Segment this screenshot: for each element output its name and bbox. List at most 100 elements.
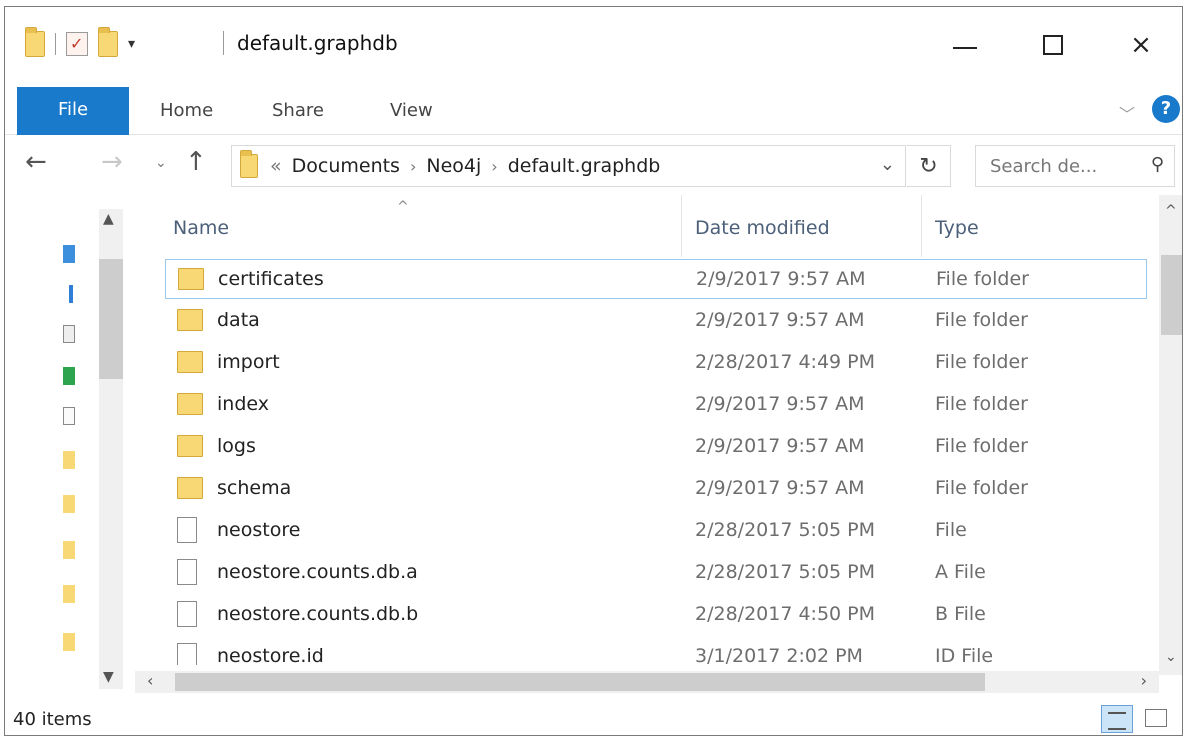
horizontal-scrollbar[interactable]: ‹ › <box>135 671 1159 693</box>
table-row[interactable]: schema 2/9/2017 9:57 AM File folder <box>165 469 1147 509</box>
recent-locations-chevron-icon[interactable]: ⌄ <box>155 155 167 171</box>
column-header-name[interactable]: Name <box>173 217 229 239</box>
file-list: ^ Name Date modified Type certificates 2… <box>135 195 1182 697</box>
search-icon[interactable]: ⚲ <box>1151 154 1164 175</box>
file-date: 2/9/2017 9:57 AM <box>695 393 865 415</box>
file-date: 2/28/2017 5:05 PM <box>695 519 876 541</box>
navigation-pane: ▲ ▼ <box>5 195 130 697</box>
navigation-pane-scrollbar[interactable]: ▲ ▼ <box>99 209 123 689</box>
tab-share[interactable]: Share <box>272 93 324 129</box>
search-input[interactable]: Search de... ⚲ <box>975 145 1175 187</box>
folder-icon <box>25 27 45 57</box>
file-name[interactable]: data <box>217 309 260 331</box>
documents-icon[interactable] <box>63 325 75 343</box>
file-name[interactable]: neostore.id <box>217 645 324 665</box>
table-row[interactable]: neostore.counts.db.b 2/28/2017 4:50 PM B… <box>165 595 1147 635</box>
file-icon <box>177 517 197 543</box>
address-dropdown-icon[interactable]: ⌄ <box>880 154 895 175</box>
breadcrumb-chevron-icon[interactable]: › <box>491 157 497 176</box>
scroll-up-icon[interactable]: ^ <box>1165 203 1177 219</box>
scroll-down-icon[interactable]: ▼ <box>103 669 114 685</box>
close-button[interactable]: × <box>1111 25 1171 65</box>
column-header-date-modified[interactable]: Date modified <box>695 217 830 239</box>
file-name[interactable]: neostore <box>217 519 300 541</box>
table-row[interactable]: data 2/9/2017 9:57 AM File folder <box>165 301 1147 341</box>
title-bar: ▾ default.graphdb × <box>5 7 1182 87</box>
large-icons-view-icon[interactable] <box>1145 709 1167 727</box>
minimize-button[interactable] <box>935 25 995 65</box>
table-row[interactable]: neostore 2/28/2017 5:05 PM File <box>165 511 1147 551</box>
tab-home[interactable]: Home <box>160 93 213 129</box>
item-count: 40 items <box>13 709 92 730</box>
scroll-thumb[interactable] <box>175 673 985 691</box>
scroll-thumb[interactable] <box>99 259 123 379</box>
explorer-window: ▾ default.graphdb × File Home Share View… <box>4 6 1183 736</box>
breadcrumb-documents[interactable]: Documents <box>292 155 400 177</box>
properties-icon[interactable] <box>66 32 88 56</box>
vertical-scrollbar[interactable]: ^ ⌄ <box>1159 195 1182 675</box>
file-date: 2/9/2017 9:57 AM <box>695 477 865 499</box>
table-row[interactable]: import 2/28/2017 4:49 PM File folder <box>165 343 1147 383</box>
forward-arrow-icon[interactable]: → <box>101 147 123 177</box>
customize-toolbar-dropdown-icon[interactable]: ▾ <box>128 36 135 52</box>
file-name[interactable]: neostore.counts.db.a <box>217 561 418 583</box>
tab-view[interactable]: View <box>390 93 433 129</box>
breadcrumb-chevron-icon[interactable]: › <box>410 157 416 176</box>
file-date: 2/9/2017 9:57 AM <box>695 309 865 331</box>
sort-ascending-icon: ^ <box>397 199 409 215</box>
file-type: File folder <box>935 477 1028 499</box>
address-bar[interactable]: « Documents › Neo4j › default.graphdb ⌄ <box>231 145 906 187</box>
file-type: File folder <box>935 393 1028 415</box>
refresh-button[interactable]: ↻ <box>907 145 951 187</box>
downloads-icon[interactable] <box>69 285 73 303</box>
file-name[interactable]: logs <box>217 435 256 457</box>
tab-file[interactable]: File <box>17 87 129 135</box>
help-icon[interactable]: ? <box>1152 95 1180 123</box>
column-header-type[interactable]: Type <box>935 217 979 239</box>
details-view-icon[interactable] <box>1101 705 1133 733</box>
scroll-down-icon[interactable]: ⌄ <box>1165 649 1177 665</box>
breadcrumb-default-graphdb[interactable]: default.graphdb <box>508 155 661 177</box>
scroll-left-icon[interactable]: ‹ <box>147 671 153 690</box>
file-name[interactable]: index <box>217 393 269 415</box>
back-arrow-icon[interactable]: ← <box>25 147 47 177</box>
column-divider[interactable] <box>921 195 922 257</box>
file-icon <box>177 601 197 627</box>
document-icon[interactable] <box>63 407 75 425</box>
table-row[interactable]: index 2/9/2017 9:57 AM File folder <box>165 385 1147 425</box>
file-date: 2/9/2017 9:57 AM <box>695 435 865 457</box>
google-drive-icon[interactable] <box>63 367 75 385</box>
scroll-up-icon[interactable]: ▲ <box>103 211 114 227</box>
file-date: 3/1/2017 2:02 PM <box>695 645 863 665</box>
folder-icon[interactable] <box>63 495 75 513</box>
expand-ribbon-icon[interactable]: ﹀ <box>1119 101 1135 125</box>
table-row[interactable]: certificates 2/9/2017 9:57 AM File folde… <box>165 259 1147 299</box>
folder-icon[interactable] <box>63 585 75 603</box>
table-row[interactable]: neostore.id 3/1/2017 2:02 PM ID File <box>165 637 1147 665</box>
table-row[interactable]: neostore.counts.db.a 2/28/2017 5:05 PM A… <box>165 553 1147 593</box>
scroll-right-icon[interactable]: › <box>1141 671 1147 690</box>
up-arrow-icon[interactable]: ↑ <box>185 147 207 177</box>
column-divider[interactable] <box>681 195 682 257</box>
quick-access-toolbar: ▾ <box>25 27 135 57</box>
minimize-icon <box>953 47 977 49</box>
desktop-icon[interactable] <box>63 245 75 263</box>
folder-icon[interactable] <box>63 633 75 651</box>
breadcrumb-overflow[interactable]: « <box>270 155 282 177</box>
file-name[interactable]: import <box>217 351 280 373</box>
file-name[interactable]: neostore.counts.db.b <box>217 603 418 625</box>
maximize-button[interactable] <box>1023 25 1083 65</box>
file-name[interactable]: certificates <box>218 268 324 290</box>
scroll-thumb[interactable] <box>1161 255 1182 335</box>
file-date: 2/28/2017 5:05 PM <box>695 561 876 583</box>
navigation-bar: ← → ⌄ ↑ « Documents › Neo4j › default.gr… <box>5 135 1182 195</box>
table-row[interactable]: logs 2/9/2017 9:57 AM File folder <box>165 427 1147 467</box>
folder-icon[interactable] <box>63 541 75 559</box>
breadcrumb-neo4j[interactable]: Neo4j <box>426 155 481 177</box>
refresh-icon: ↻ <box>919 153 938 179</box>
folder-icon[interactable] <box>63 451 75 469</box>
file-type: File folder <box>935 351 1028 373</box>
folder-icon <box>177 435 203 457</box>
new-folder-icon[interactable] <box>98 27 118 57</box>
file-name[interactable]: schema <box>217 477 291 499</box>
